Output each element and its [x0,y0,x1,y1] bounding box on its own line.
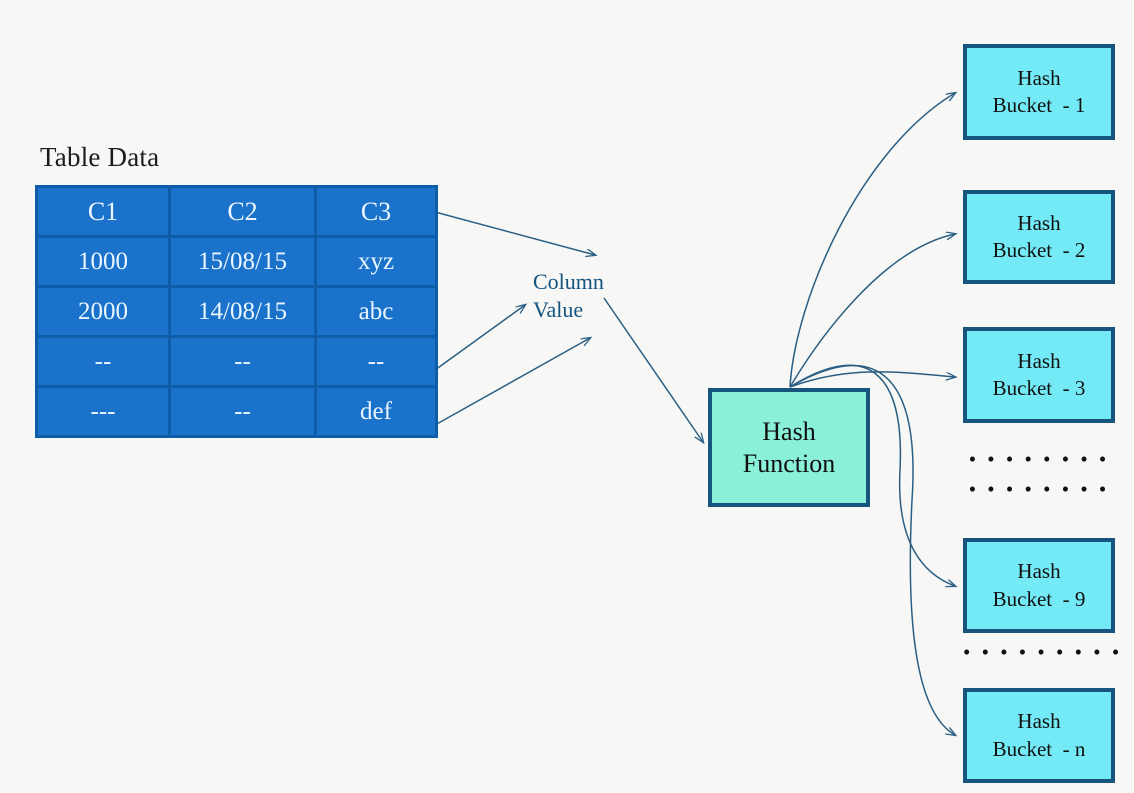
ellipsis-row-3: • • • • • • • • • [963,640,1123,664]
arrow-hashfunction-to-bucket-3 [789,371,955,388]
column-header-c3: C3 [317,188,435,238]
arrow-columnvalue-to-hashfunction [603,297,703,442]
table-cell: xyz [317,238,435,288]
table-header-row: C1 C2 C3 [38,188,435,238]
arrow-table-to-columnvalue-3 [434,338,590,426]
ellipsis-row-1: • • • • • • • • [968,447,1110,471]
column-value-label: Column Value [533,268,604,324]
table-cell: -- [171,388,317,435]
ellipsis-row-2: • • • • • • • • [968,477,1110,501]
table-cell: -- [171,338,317,388]
hash-bucket-n-line-1: Hash [1017,709,1061,734]
hash-bucket-1: Hash Bucket - 1 [963,44,1115,140]
column-value-line-1: Column [533,269,604,294]
hash-bucket-3-line-2: Bucket - 3 [992,376,1086,400]
table-row: 2000 14/08/15 abc [38,288,435,338]
column-header-c1: C1 [38,188,171,238]
hash-bucket-2-line-2: Bucket - 2 [992,238,1086,262]
table-cell: -- [317,338,435,388]
hash-function-line-2: Function [742,448,836,478]
hash-bucket-1-line-1: Hash [1017,65,1061,90]
table-cell: 15/08/15 [171,238,317,288]
table-data: C1 C2 C3 1000 15/08/15 xyz 2000 14/08/15… [35,185,438,438]
hash-bucket-3: Hash Bucket - 3 [963,327,1115,423]
table-row: 1000 15/08/15 xyz [38,238,435,288]
column-header-c2: C2 [171,188,317,238]
table-cell: --- [38,388,171,435]
hash-bucket-1-line-2: Bucket - 1 [992,93,1086,117]
hash-bucket-9-line-2: Bucket - 9 [992,586,1086,611]
column-value-line-2: Value [533,297,584,323]
table-cell: 1000 [38,238,171,288]
table-cell: 2000 [38,288,171,338]
table-title: Table Data [40,142,160,172]
hash-bucket-9: Hash Bucket - 9 [963,538,1115,633]
arrow-hashfunction-to-bucket-1 [789,93,955,388]
hash-bucket-n: Hash Bucket - n [963,688,1115,783]
table-cell: abc [317,288,435,338]
diagram-canvas: Table Data C1 C2 C3 1000 15/08/15 xyz 20… [0,0,1134,793]
arrow-hashfunction-to-bucket-2 [789,234,955,388]
hash-bucket-3-line-1: Hash [1017,348,1061,373]
hash-bucket-2: Hash Bucket - 2 [963,190,1115,284]
hash-bucket-2-line-1: Hash [1017,210,1061,235]
table-cell: -- [38,338,171,388]
arrow-table-to-columnvalue-2 [434,305,525,371]
arrow-table-to-columnvalue-1 [434,211,595,255]
table-row: -- -- -- [38,338,435,388]
hash-function-box: Hash Function [708,388,870,507]
table-cell: def [317,388,435,435]
table-row: --- -- def [38,388,435,435]
hash-bucket-9-line-1: Hash [1017,559,1061,584]
hash-bucket-n-line-2: Bucket - n [992,736,1086,761]
table-cell: 14/08/15 [171,288,317,338]
hash-function-line-1: Hash [762,416,816,446]
